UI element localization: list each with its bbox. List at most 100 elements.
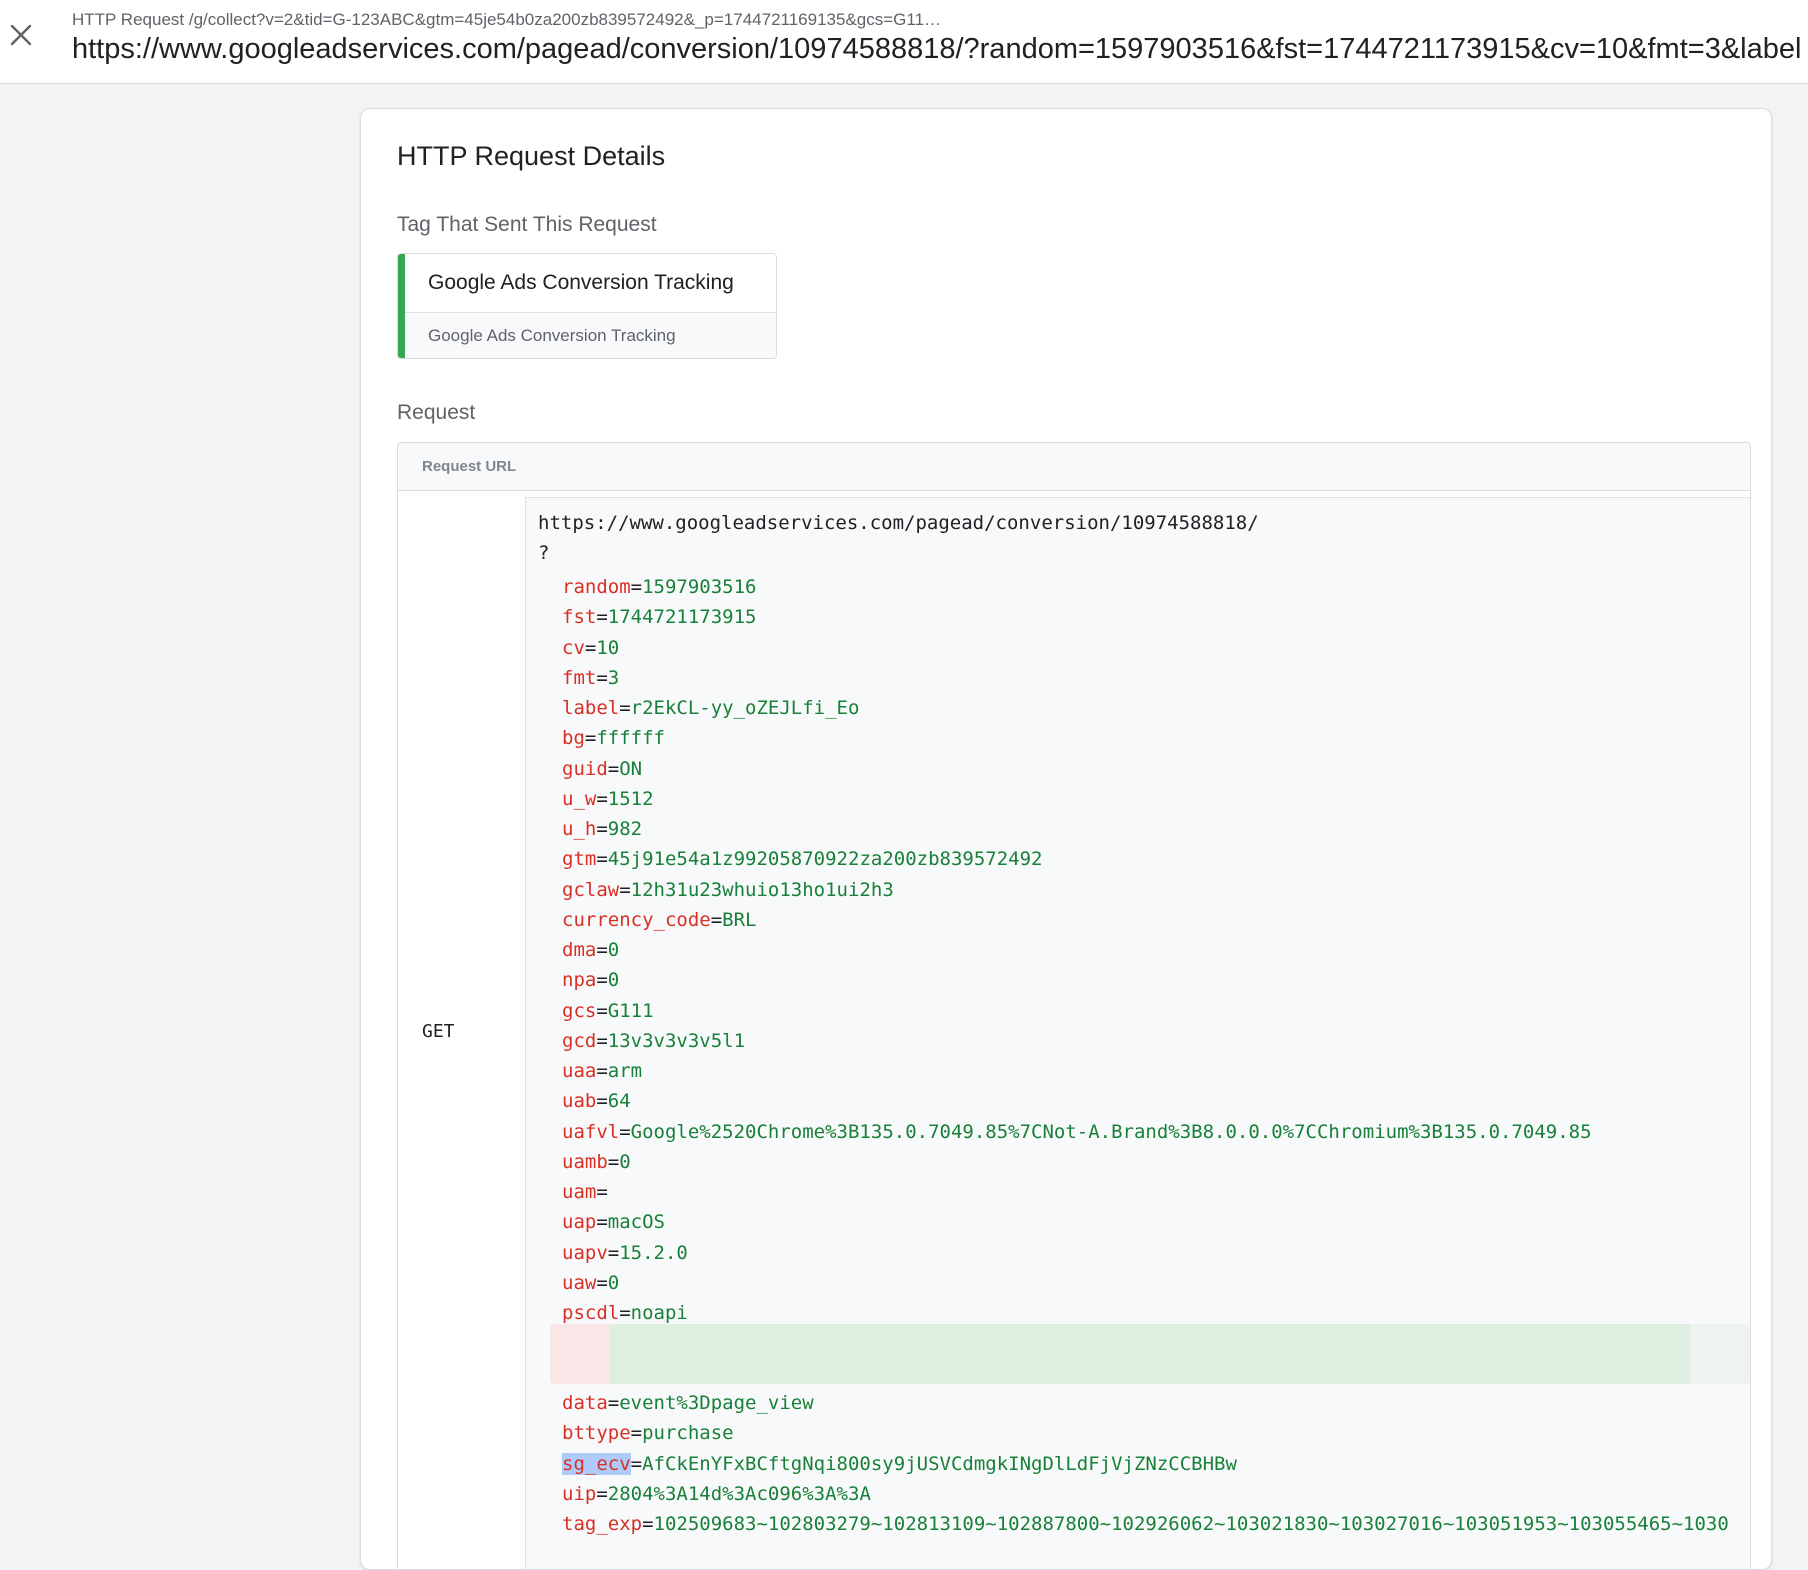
param-key: guid	[562, 757, 608, 780]
param-key: uamb	[562, 1150, 608, 1173]
query-param-row: uafvl=Google%2520Chrome%3B135.0.7049.85%…	[562, 1117, 1592, 1147]
param-value: 64	[607, 1090, 631, 1113]
param-equals: =	[607, 1392, 620, 1414]
request-method: GET	[422, 1021, 455, 1042]
query-param-row: uap=macOS	[562, 1207, 665, 1237]
query-param-row: dma=0	[562, 935, 619, 965]
query-param-row: gclaw=12h31u23whuio13ho1ui2h3	[562, 875, 894, 905]
query-param-row: uaw=0	[562, 1268, 619, 1298]
request-table: Request URL GET https://www.googleadserv…	[397, 442, 1751, 1569]
query-param-row: fst=1744721173915	[562, 602, 757, 632]
param-value: purchase	[642, 1422, 734, 1445]
query-param-row: u_h=982	[562, 814, 642, 844]
param-value: 1744721173915	[607, 606, 757, 629]
param-value: 0	[607, 939, 620, 961]
query-param-row: uaa=arm	[562, 1056, 642, 1086]
top-bar: HTTP Request /g/collect?v=2&tid=G-123ABC…	[0, 0, 1808, 84]
query-param-row: gtm=45j91e54a1z99205870922za200zb8395724…	[562, 844, 1042, 874]
tag-section-label: Tag That Sent This Request	[397, 213, 657, 236]
query-param-row: currency_code=BRL	[562, 905, 757, 935]
param-value: 102509683~102803279~102813109~102887800~…	[653, 1513, 1729, 1535]
param-equals: =	[596, 666, 608, 689]
param-equals: =	[596, 1181, 608, 1203]
param-value: 10	[596, 636, 620, 659]
param-value: arm	[607, 1060, 643, 1082]
query-param-row: label=r2EkCL-yy_oZEJLfi_Eo	[562, 693, 859, 723]
param-equals: =	[596, 969, 608, 992]
param-key: sg_ecv	[562, 1452, 631, 1475]
param-equals: =	[596, 1211, 608, 1234]
query-param-row: gcd=13v3v3v3v5l1	[562, 1026, 745, 1056]
query-param-row: uip=2804%3A14d%3Ac096%3A%3A	[562, 1479, 871, 1509]
param-value: 1512	[607, 787, 654, 810]
request-title: https://www.googleadservices.com/pagead/…	[72, 33, 1802, 65]
query-param-row: uapv=15.2.0	[562, 1238, 688, 1268]
param-value: G111	[607, 999, 654, 1022]
tag-status-bar	[398, 254, 405, 358]
request-subtitle: HTTP Request /g/collect?v=2&tid=G-123ABC…	[72, 10, 942, 29]
param-equals: =	[596, 1482, 608, 1505]
url-base: https://www.googleadservices.com/pagead/…	[538, 512, 1259, 534]
param-key: uaw	[562, 1271, 597, 1294]
param-key: bg	[562, 727, 585, 750]
request-url-value[interactable]: https://www.googleadservices.com/pagead/…	[525, 497, 1750, 1569]
param-equals: =	[642, 1513, 654, 1535]
param-value: 3	[607, 666, 620, 689]
query-param-row: guid=ON	[562, 754, 642, 784]
url-query-mark: ?	[538, 542, 550, 564]
param-value: 2804%3A14d%3Ac096%3A%3A	[607, 1482, 871, 1505]
param-equals: =	[584, 636, 597, 659]
param-value: 0	[607, 1271, 620, 1294]
param-key: gcd	[562, 1029, 597, 1052]
param-equals: =	[596, 787, 608, 810]
param-key: gclaw	[562, 878, 620, 901]
param-value: 13v3v3v3v5l1	[607, 1029, 746, 1052]
request-section-label: Request	[397, 401, 476, 424]
param-key: uip	[562, 1482, 597, 1505]
param-key: uab	[562, 1090, 597, 1113]
param-equals: =	[596, 1029, 608, 1052]
tag-name: Google Ads Conversion Tracking	[405, 254, 776, 313]
query-param-row: gcs=G111	[562, 996, 654, 1026]
param-key: uapv	[562, 1241, 608, 1264]
param-equals: =	[596, 1090, 608, 1113]
query-param-row: fmt=3	[562, 663, 619, 693]
redacted-region	[550, 1324, 1750, 1384]
param-key: label	[562, 697, 620, 719]
query-param-row: bg=ffffff	[562, 723, 665, 753]
param-key: npa	[562, 969, 597, 992]
param-value: 0	[619, 1150, 631, 1173]
param-value: 1597903516	[642, 576, 757, 598]
query-param-row: pscdl=noapi	[562, 1298, 688, 1328]
param-value: 45j91e54a1z99205870922za200zb839572492	[607, 848, 1043, 871]
param-equals: =	[584, 727, 597, 750]
param-equals: =	[619, 1120, 631, 1143]
param-value: AfCkEnYFxBCftgNqi800sy9jUSVCdmgkINgDlLdF…	[642, 1452, 1237, 1475]
param-key: dma	[562, 939, 597, 961]
param-equals: =	[607, 757, 620, 780]
param-equals: =	[710, 908, 723, 931]
param-value: 982	[607, 818, 643, 840]
panel-title: HTTP Request Details	[397, 141, 666, 171]
param-value: Google%2520Chrome%3B135.0.7049.85%7CNot-…	[630, 1120, 1592, 1143]
param-key: uaa	[562, 1060, 597, 1082]
param-key: random	[562, 576, 631, 598]
query-param-row: uab=64	[562, 1086, 631, 1116]
param-key: data	[562, 1392, 608, 1414]
tag-card[interactable]: Google Ads Conversion Tracking Google Ad…	[397, 253, 777, 359]
param-key: uafvl	[562, 1120, 620, 1143]
close-icon	[10, 24, 32, 46]
query-param-row: uam=	[562, 1177, 608, 1207]
close-button[interactable]	[4, 18, 38, 52]
param-value: ffffff	[596, 727, 665, 750]
param-key: currency_code	[562, 908, 711, 931]
param-value: 15.2.0	[619, 1241, 688, 1264]
param-value: 12h31u23whuio13ho1ui2h3	[630, 878, 894, 901]
query-param-row: u_w=1512	[562, 784, 654, 814]
param-equals: =	[619, 878, 631, 901]
query-param-row: random=1597903516	[562, 572, 756, 602]
query-param-row: sg_ecv=AfCkEnYFxBCftgNqi800sy9jUSVCdmgkI…	[562, 1449, 1237, 1479]
param-value: BRL	[722, 908, 757, 931]
param-equals: =	[596, 999, 608, 1022]
param-value: noapi	[630, 1302, 688, 1324]
